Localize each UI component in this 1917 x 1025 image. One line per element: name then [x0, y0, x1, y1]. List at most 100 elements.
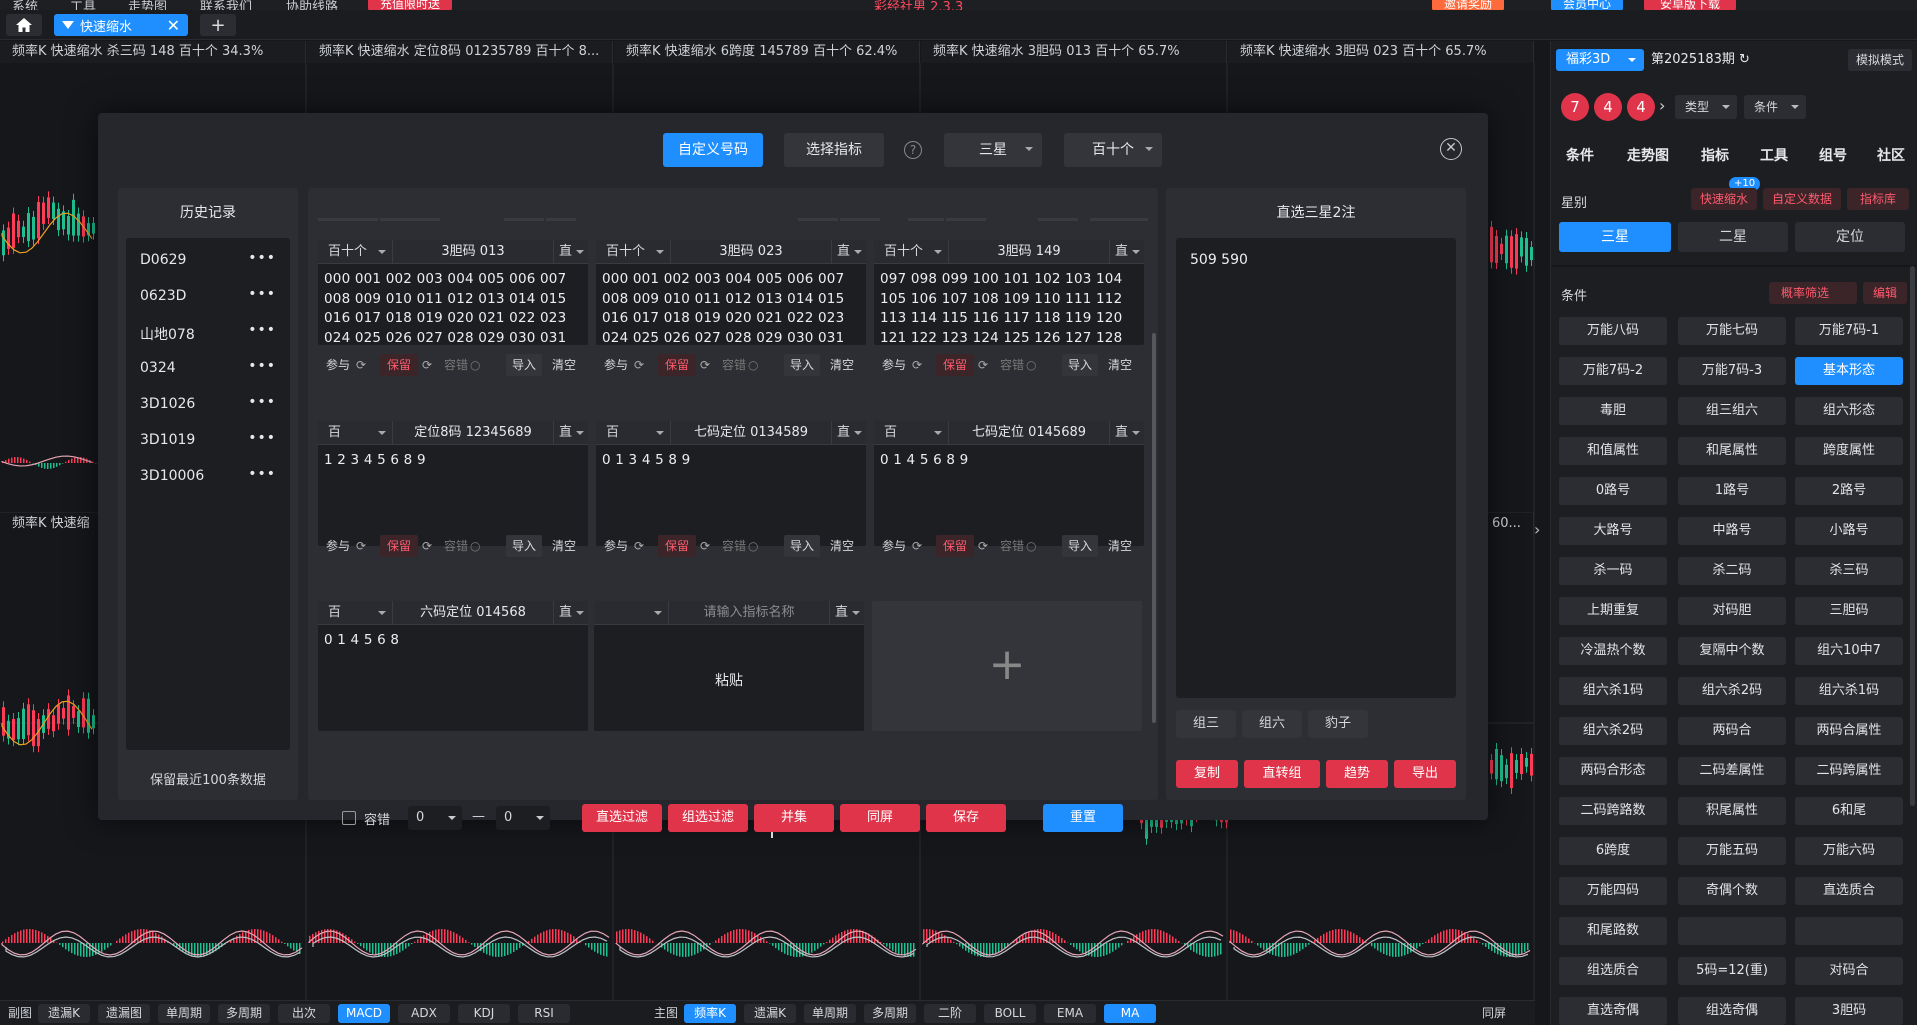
import-button[interactable]: 导入: [784, 535, 820, 557]
more-icon[interactable]: •••: [248, 250, 276, 266]
condition-button[interactable]: 杀一码: [1559, 557, 1667, 585]
direct-to-group-button[interactable]: 直转组: [1244, 760, 1320, 788]
main-ma-button[interactable]: MA: [1104, 1004, 1156, 1023]
condition-button[interactable]: 组六杀2码: [1559, 717, 1667, 745]
chart-panel-header[interactable]: 频率K 快速缩水 6跨度 145789 百十个 62.4%: [614, 41, 920, 63]
chart-panel-header[interactable]: 频率K 快速缩水 杀三码 148 百十个 34.3%: [0, 41, 306, 63]
card-mode-dropdown[interactable]: 直: [553, 421, 588, 445]
condition-button[interactable]: 组三组六: [1678, 397, 1786, 425]
sub-single-period-button[interactable]: 单周期: [158, 1004, 210, 1023]
clear-button[interactable]: 清空: [1102, 535, 1138, 557]
condition-button[interactable]: 万能八码: [1559, 317, 1667, 345]
main-multi-period-button[interactable]: 多周期: [864, 1004, 916, 1023]
card-mode-dropdown[interactable]: 直: [1109, 421, 1144, 445]
condition-button[interactable]: 中路号: [1678, 517, 1786, 545]
condition-button[interactable]: 和尾路数: [1559, 917, 1667, 945]
import-button[interactable]: 导入: [1062, 354, 1098, 376]
card-codes[interactable]: 0 1 3 4 5 8 9: [602, 451, 858, 471]
condition-dropdown[interactable]: 条件: [1744, 95, 1806, 119]
star-dropdown[interactable]: 三星: [944, 133, 1042, 167]
card-indicator-name[interactable]: 六码定位 014568: [393, 601, 553, 625]
add-card-button[interactable]: +: [872, 601, 1142, 731]
save-button[interactable]: 保存: [926, 804, 1006, 832]
nav-trend[interactable]: 走势图: [1627, 145, 1669, 165]
indicator-name-input[interactable]: 请输入指标名称: [669, 601, 829, 625]
add-tab-button[interactable]: +: [200, 14, 236, 36]
collapse-sidebar-icon[interactable]: ›: [1534, 520, 1540, 539]
card-position-dropdown[interactable]: 百十个: [874, 240, 949, 264]
condition-button[interactable]: 组六杀1码: [1559, 677, 1667, 705]
help-icon[interactable]: ?: [904, 141, 922, 159]
condition-button[interactable]: 组选奇偶: [1678, 997, 1786, 1025]
condition-button[interactable]: 组六杀1码: [1795, 677, 1903, 705]
condition-button[interactable]: 对码合: [1795, 957, 1903, 985]
sidebar-scrollbar[interactable]: [1910, 266, 1915, 806]
condition-button[interactable]: 和尾属性: [1678, 437, 1786, 465]
card-indicator-name[interactable]: 七码定位 0145689: [949, 421, 1109, 445]
condition-button[interactable]: 组六10中7: [1795, 637, 1903, 665]
sub-count-button[interactable]: 出次: [278, 1004, 330, 1023]
sub-rsi-button[interactable]: RSI: [518, 1004, 570, 1023]
more-icon[interactable]: •••: [248, 358, 276, 374]
keep-toggle[interactable]: 保留: [658, 535, 696, 557]
import-button[interactable]: 导入: [506, 354, 542, 376]
chevron-right-icon[interactable]: ›: [1659, 96, 1665, 115]
condition-button[interactable]: 万能六码: [1795, 837, 1903, 865]
promo-button[interactable]: 充值限时送: [368, 0, 453, 10]
nav-community[interactable]: 社区: [1877, 145, 1905, 165]
history-item[interactable]: D0629: [140, 252, 186, 268]
history-item[interactable]: 3D1019: [140, 432, 195, 448]
card-indicator-name[interactable]: 3胆码 023: [671, 240, 831, 264]
import-button[interactable]: 导入: [784, 354, 820, 376]
condition-button[interactable]: 组选质合: [1559, 957, 1667, 985]
sub-macd-button[interactable]: MACD: [338, 1004, 390, 1023]
condition-button[interactable]: 万能七码: [1678, 317, 1786, 345]
condition-button[interactable]: 冷温热个数: [1559, 637, 1667, 665]
prob-filter-dropdown[interactable]: 概率筛选: [1769, 282, 1857, 304]
quick-shrink-button[interactable]: 快速缩水: [1691, 188, 1757, 210]
clear-button[interactable]: 清空: [546, 354, 582, 376]
condition-button[interactable]: 和值属性: [1559, 437, 1667, 465]
main-second-order-button[interactable]: 二阶: [924, 1004, 976, 1023]
same-screen-button[interactable]: 同屏: [840, 804, 920, 832]
main-boll-button[interactable]: BOLL: [984, 1004, 1036, 1023]
type-dropdown[interactable]: 类型: [1675, 95, 1737, 119]
chart-panel-header-row2-right[interactable]: 60...: [1488, 513, 1534, 535]
condition-button[interactable]: 1路号: [1678, 477, 1786, 505]
condition-button[interactable]: 两码合: [1678, 717, 1786, 745]
cards-scrollbar[interactable]: [1152, 333, 1156, 723]
cycle-icon[interactable]: ⟳: [634, 533, 644, 559]
more-icon[interactable]: •••: [248, 286, 276, 302]
card-position-dropdown[interactable]: 百: [874, 421, 949, 445]
sub-missing-chart-button[interactable]: 遗漏图: [98, 1004, 150, 1023]
condition-button[interactable]: 0路号: [1559, 477, 1667, 505]
main-missing-k-button[interactable]: 遗漏K: [744, 1004, 796, 1023]
direct-filter-button[interactable]: 直选过滤: [582, 804, 662, 832]
condition-button[interactable]: 复隔中个数: [1678, 637, 1786, 665]
participate-label[interactable]: 参与: [326, 533, 350, 559]
card-codes[interactable]: 0 1 4 5 6 8 9: [880, 451, 1136, 471]
card-codes[interactable]: 0 1 4 5 6 8: [324, 631, 580, 651]
menu-route[interactable]: 协助线路: [286, 0, 338, 10]
condition-button[interactable]: 2路号: [1795, 477, 1903, 505]
main-freq-k-button[interactable]: 频率K: [684, 1004, 736, 1023]
card-position-dropdown[interactable]: 百: [318, 421, 393, 445]
trend-button[interactable]: 趋势: [1326, 760, 1388, 788]
condition-button[interactable]: 二码跨属性: [1795, 757, 1903, 785]
more-icon[interactable]: •••: [248, 430, 276, 446]
main-ema-button[interactable]: EMA: [1044, 1004, 1096, 1023]
history-item[interactable]: 3D10006: [140, 468, 204, 484]
condition-button[interactable]: 小路号: [1795, 517, 1903, 545]
radio-icon[interactable]: ○: [1026, 533, 1036, 559]
menu-trend[interactable]: 走势图: [128, 0, 167, 10]
cycle-icon[interactable]: ⟳: [634, 352, 644, 378]
same-screen-button[interactable]: 同屏: [1468, 1004, 1520, 1023]
main-single-period-button[interactable]: 单周期: [804, 1004, 856, 1023]
nav-conditions[interactable]: 条件: [1566, 145, 1594, 165]
cycle-icon[interactable]: ⟳: [700, 352, 710, 378]
menu-contact[interactable]: 联系我们: [200, 0, 252, 10]
paste-button[interactable]: 粘贴: [594, 631, 864, 731]
condition-button[interactable]: 直选质合: [1795, 877, 1903, 905]
import-button[interactable]: 导入: [1062, 535, 1098, 557]
close-icon[interactable]: ✕: [1440, 138, 1462, 160]
